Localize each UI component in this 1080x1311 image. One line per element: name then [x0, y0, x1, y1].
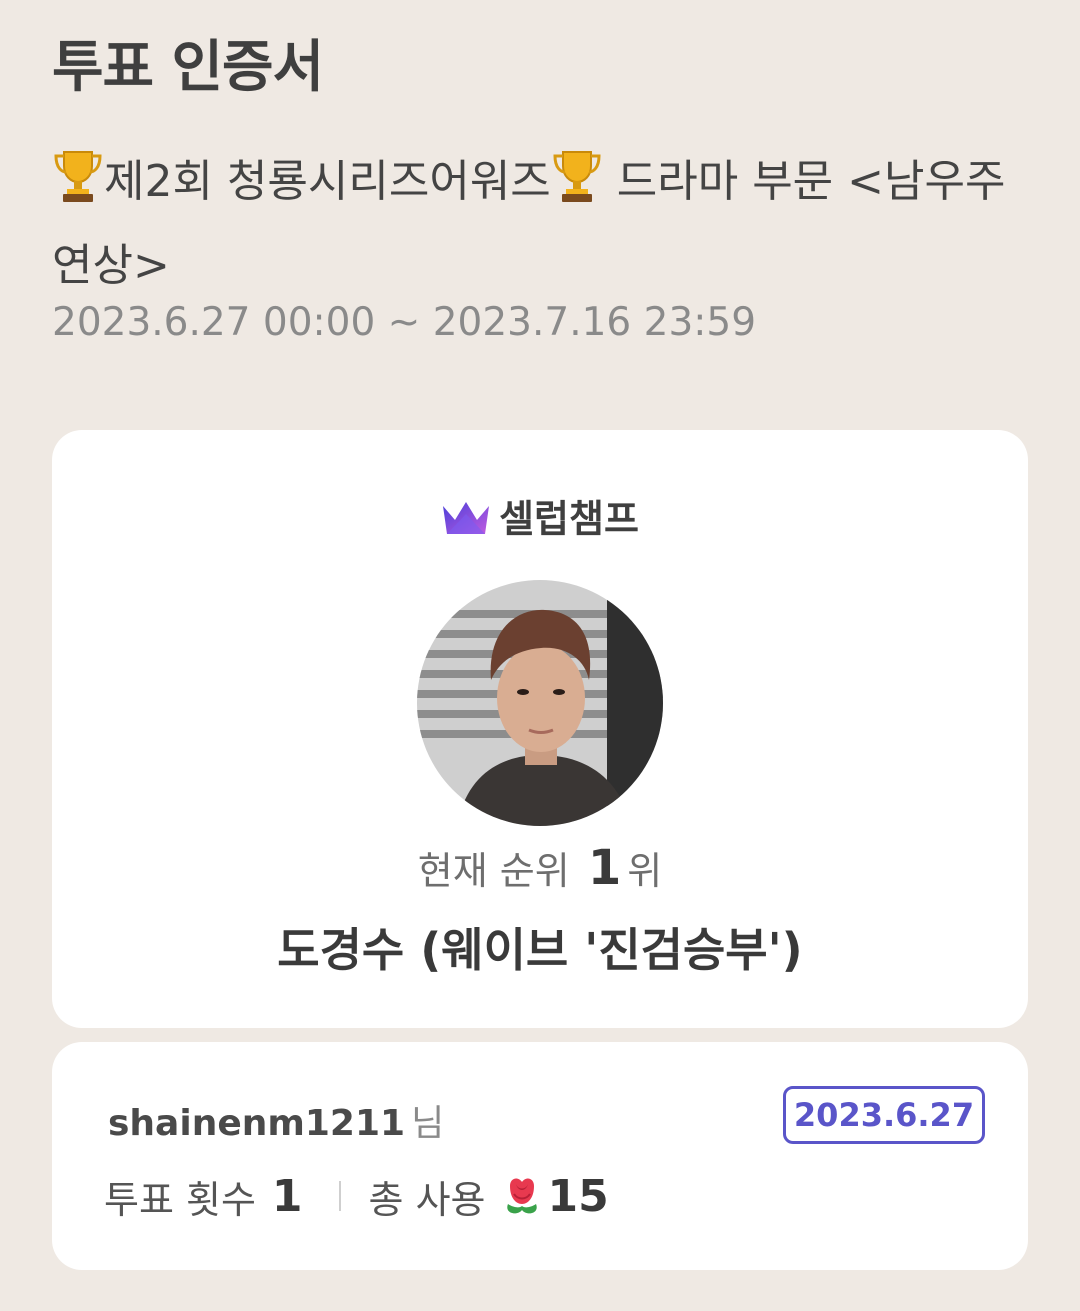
event-period: 2023.6.27 00:00 ~ 2023.7.16 23:59 [52, 300, 757, 345]
rank-value: 1 [587, 840, 622, 896]
vote-certificate-page: 투표 인증서 제2회 청룡시리즈어워즈 드라마 부문 <남우주연상> 2023.… [0, 0, 1080, 1311]
event-title: 제2회 청룡시리즈어워즈 드라마 부문 <남우주연상> [52, 140, 1042, 308]
crown-icon [443, 502, 490, 534]
avatar [417, 580, 663, 826]
page-title: 투표 인증서 [52, 35, 324, 100]
profile-photo [417, 580, 663, 826]
nominee-name: 도경수 (웨이브 '진검승부') [277, 923, 803, 977]
vote-count-label: 투표 횟수 [104, 1177, 256, 1222]
vote-stats: 투표 횟수 1 총 사용 15 [104, 1168, 609, 1224]
flower-icon [506, 1178, 537, 1214]
trophy-icon [553, 151, 601, 202]
brand-logo: 셀럽챔프 [0, 488, 1080, 543]
total-used-value: 15 [547, 1170, 609, 1222]
rank-label: 현재 순위 [417, 849, 570, 893]
brand-name: 셀럽챔프 [499, 497, 639, 541]
username-text: shainenm1211 [108, 1103, 406, 1144]
event-title-part1: 제2회 청룡시리즈어워즈 [104, 156, 551, 207]
current-rank: 현재 순위 1위 [0, 840, 1080, 896]
rank-suffix: 위 [627, 849, 663, 893]
voter-username: shainenm1211 님 [108, 1094, 444, 1146]
total-used-label: 총 사용 [368, 1177, 486, 1222]
stats-divider [338, 1181, 341, 1211]
trophy-icon [54, 151, 102, 202]
voter-info-card [52, 1042, 1028, 1270]
vote-count-value: 1 [271, 1170, 303, 1222]
honorific: 님 [411, 1103, 445, 1144]
vote-date-badge: 2023.6.27 [783, 1086, 985, 1144]
